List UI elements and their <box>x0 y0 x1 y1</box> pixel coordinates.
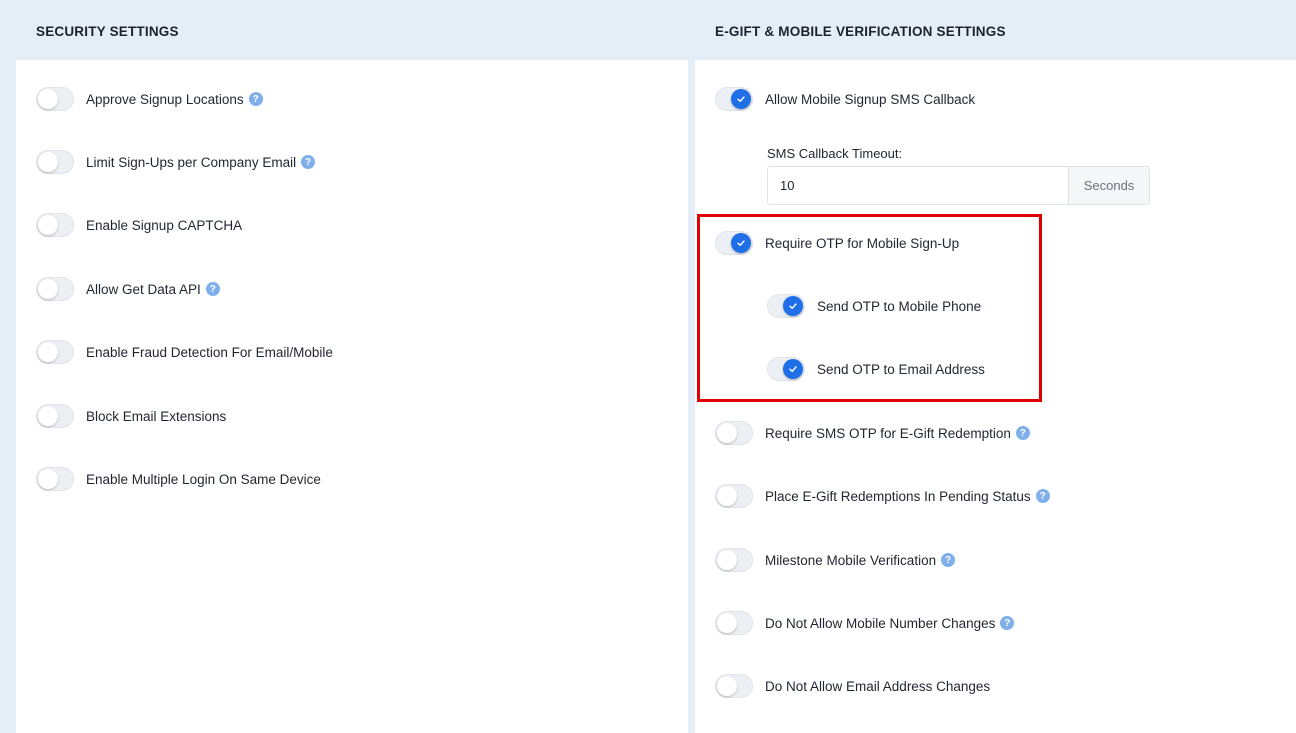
help-icon[interactable]: ? <box>205 282 220 296</box>
milestone-verification-toggle[interactable] <box>715 548 753 572</box>
limit-signups-toggle[interactable] <box>36 150 74 174</box>
help-icon[interactable]: ? <box>1000 616 1015 630</box>
egift-settings-header: E-GIFT & MOBILE VERIFICATION SETTINGS <box>695 2 1296 60</box>
setting-label: Require OTP for Mobile Sign-Up <box>765 235 960 251</box>
security-settings-title: SECURITY SETTINGS <box>36 23 179 39</box>
egift-settings-title: E-GIFT & MOBILE VERIFICATION SETTINGS <box>715 23 1006 39</box>
setting-label: Limit Sign-Ups per Company Email <box>86 154 297 170</box>
setting-place-egift-redemptions-pending: Place E-Gift Redemptions In Pending Stat… <box>715 483 1050 509</box>
setting-label: Enable Fraud Detection For Email/Mobile <box>86 344 333 360</box>
setting-send-otp-mobile-phone: Send OTP to Mobile Phone <box>767 293 981 319</box>
help-icon[interactable]: ? <box>941 553 956 567</box>
sms-callback-timeout-input[interactable] <box>767 166 1068 205</box>
setting-label: Approve Signup Locations <box>86 91 244 107</box>
approve-signup-locations-toggle[interactable] <box>36 87 74 111</box>
setting-send-otp-email-address: Send OTP to Email Address <box>767 356 985 382</box>
help-icon[interactable]: ? <box>248 92 263 106</box>
help-icon[interactable]: ? <box>1035 489 1050 503</box>
timeout-unit-addon: Seconds <box>1068 166 1150 205</box>
egift-pending-toggle[interactable] <box>715 484 753 508</box>
setting-label: Place E-Gift Redemptions In Pending Stat… <box>765 488 1031 504</box>
setting-milestone-mobile-verification: Milestone Mobile Verification ? <box>715 547 956 573</box>
multiple-login-toggle[interactable] <box>36 467 74 491</box>
fraud-detection-toggle[interactable] <box>36 340 74 364</box>
help-icon[interactable]: ? <box>301 155 316 169</box>
setting-label: Allow Get Data API <box>86 281 201 297</box>
send-otp-phone-toggle[interactable] <box>767 294 805 318</box>
setting-label: Send OTP to Mobile Phone <box>817 298 982 314</box>
setting-label: Do Not Allow Mobile Number Changes <box>765 615 996 631</box>
setting-label: Send OTP to Email Address <box>817 361 985 377</box>
require-otp-toggle[interactable] <box>715 231 753 255</box>
check-icon <box>789 303 797 309</box>
setting-allow-get-data-api: Allow Get Data API ? <box>36 276 220 302</box>
setting-label: Require SMS OTP for E-Gift Redemption <box>765 425 1011 441</box>
signup-captcha-toggle[interactable] <box>36 213 74 237</box>
setting-label: Do Not Allow Email Address Changes <box>765 678 991 694</box>
no-email-changes-toggle[interactable] <box>715 674 753 698</box>
check-icon <box>737 240 745 246</box>
setting-label: Allow Mobile Signup SMS Callback <box>765 91 976 107</box>
setting-label: Enable Signup CAPTCHA <box>86 217 243 233</box>
setting-no-email-address-changes: Do Not Allow Email Address Changes <box>715 673 990 699</box>
check-icon <box>737 96 745 102</box>
block-email-extensions-toggle[interactable] <box>36 404 74 428</box>
sms-callback-timeout-label: SMS Callback Timeout: <box>767 146 903 161</box>
get-data-api-toggle[interactable] <box>36 277 74 301</box>
sms-callback-toggle[interactable] <box>715 87 753 111</box>
no-mobile-changes-toggle[interactable] <box>715 611 753 635</box>
sms-otp-egift-toggle[interactable] <box>715 421 753 445</box>
setting-block-email-extensions: Block Email Extensions <box>36 403 226 429</box>
help-icon[interactable]: ? <box>1015 426 1030 440</box>
check-icon <box>789 366 797 372</box>
setting-enable-multiple-login: Enable Multiple Login On Same Device <box>36 466 321 492</box>
setting-approve-signup-locations: Approve Signup Locations ? <box>36 86 263 112</box>
setting-label: Milestone Mobile Verification <box>765 552 937 568</box>
sms-callback-timeout-group: Seconds <box>767 166 1150 205</box>
setting-limit-signups-per-company-email: Limit Sign-Ups per Company Email ? <box>36 149 316 175</box>
send-otp-email-toggle[interactable] <box>767 357 805 381</box>
setting-no-mobile-number-changes: Do Not Allow Mobile Number Changes ? <box>715 610 1015 636</box>
setting-enable-signup-captcha: Enable Signup CAPTCHA <box>36 212 242 238</box>
setting-require-sms-otp-egift-redemption: Require SMS OTP for E-Gift Redemption ? <box>715 420 1030 446</box>
setting-label: Enable Multiple Login On Same Device <box>86 471 321 487</box>
security-settings-header: SECURITY SETTINGS <box>16 2 688 60</box>
setting-require-otp-mobile-signup: Require OTP for Mobile Sign-Up <box>715 230 959 256</box>
setting-label: Block Email Extensions <box>86 408 227 424</box>
setting-allow-mobile-signup-sms-callback: Allow Mobile Signup SMS Callback <box>715 86 975 112</box>
setting-enable-fraud-detection: Enable Fraud Detection For Email/Mobile <box>36 339 333 365</box>
